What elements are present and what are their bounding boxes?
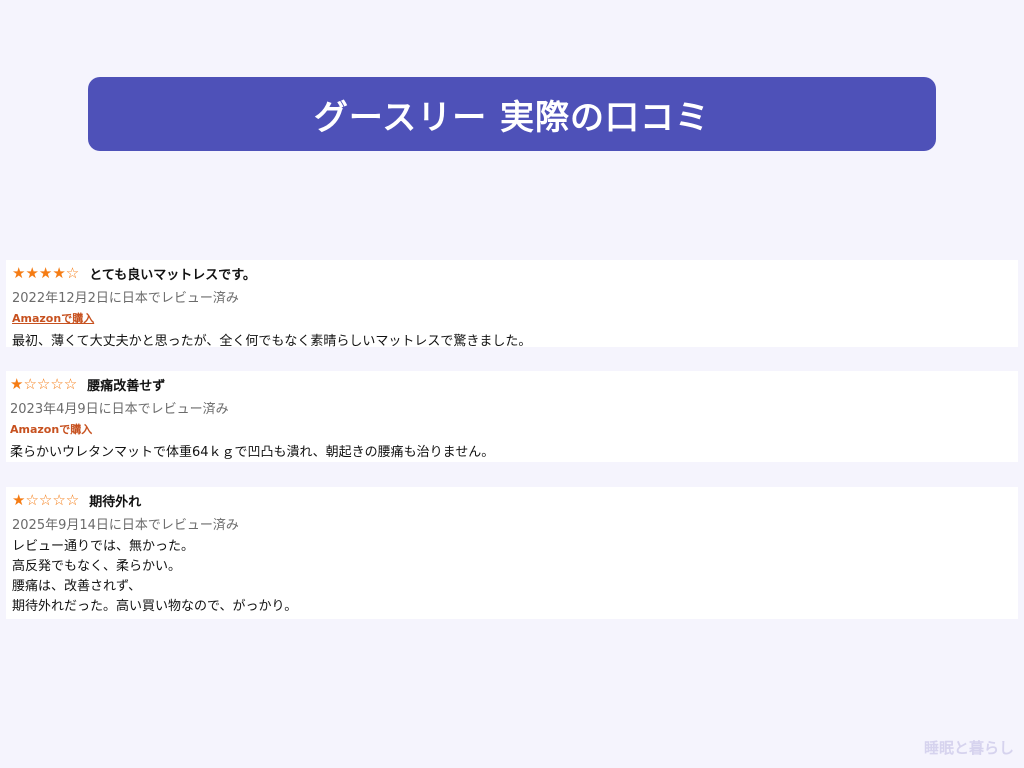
review-body: 柔らかいウレタンマットで体重64ｋｇで凹凸も潰れ、朝起きの腰痛も治りません。 bbox=[10, 443, 1018, 463]
review-title[interactable]: 期待外れ bbox=[89, 491, 141, 510]
review-date: 2025年9月14日に日本でレビュー済み bbox=[12, 518, 239, 533]
review-card: ★☆☆☆☆ 腰痛改善せず 2023年4月9日に日本でレビュー済み Amazonで… bbox=[6, 371, 1018, 462]
review-body-line: 高反発でもなく、柔らかい。 bbox=[12, 559, 182, 574]
site-watermark: 睡眠と暮らし bbox=[923, 739, 1014, 757]
review-body: 最初、薄くて大丈夫かと思ったが、全く何でもなく素晴らしいマットレスで驚きました。 bbox=[12, 332, 1018, 352]
review-body-line: 期待外れだった。高い買い物なので、がっかり。 bbox=[12, 599, 298, 614]
review-date: 2022年12月2日に日本でレビュー済み bbox=[12, 291, 239, 306]
review-title[interactable]: とても良いマットレスです。 bbox=[89, 264, 256, 283]
review-body-line: レビュー通りでは、無かった。 bbox=[12, 539, 195, 554]
review-body-line: 腰痛は、改善されず、 bbox=[12, 579, 142, 594]
review-card: ★★★★☆ とても良いマットレスです。 2022年12月2日に日本でレビュー済み… bbox=[6, 260, 1018, 349]
star-rating: ★☆☆☆☆ bbox=[12, 491, 80, 509]
review-body-line: 最初、薄くて大丈夫かと思ったが、全く何でもなく素晴らしいマットレスで驚きました。 bbox=[12, 334, 532, 349]
header-banner: グースリー 実際の口コミ bbox=[88, 77, 936, 151]
verified-purchase-badge: Amazonで購入 bbox=[10, 423, 93, 436]
review-body-line: 柔らかいウレタンマットで体重64ｋｇで凹凸も潰れ、朝起きの腰痛も治りません。 bbox=[10, 445, 495, 460]
star-rating: ★★★★☆ bbox=[12, 264, 80, 282]
verified-purchase-badge: Amazonで購入 bbox=[12, 312, 95, 325]
review-card: ★☆☆☆☆ 期待外れ 2025年9月14日に日本でレビュー済み レビュー通りでは… bbox=[6, 487, 1018, 619]
review-title[interactable]: 腰痛改善せず bbox=[87, 375, 165, 394]
star-rating: ★☆☆☆☆ bbox=[10, 375, 78, 393]
page-title: グースリー 実際の口コミ bbox=[313, 97, 711, 138]
review-date: 2023年4月9日に日本でレビュー済み bbox=[10, 402, 229, 417]
review-body: レビュー通りでは、無かった。 高反発でもなく、柔らかい。 腰痛は、改善されず、 … bbox=[12, 537, 1018, 617]
